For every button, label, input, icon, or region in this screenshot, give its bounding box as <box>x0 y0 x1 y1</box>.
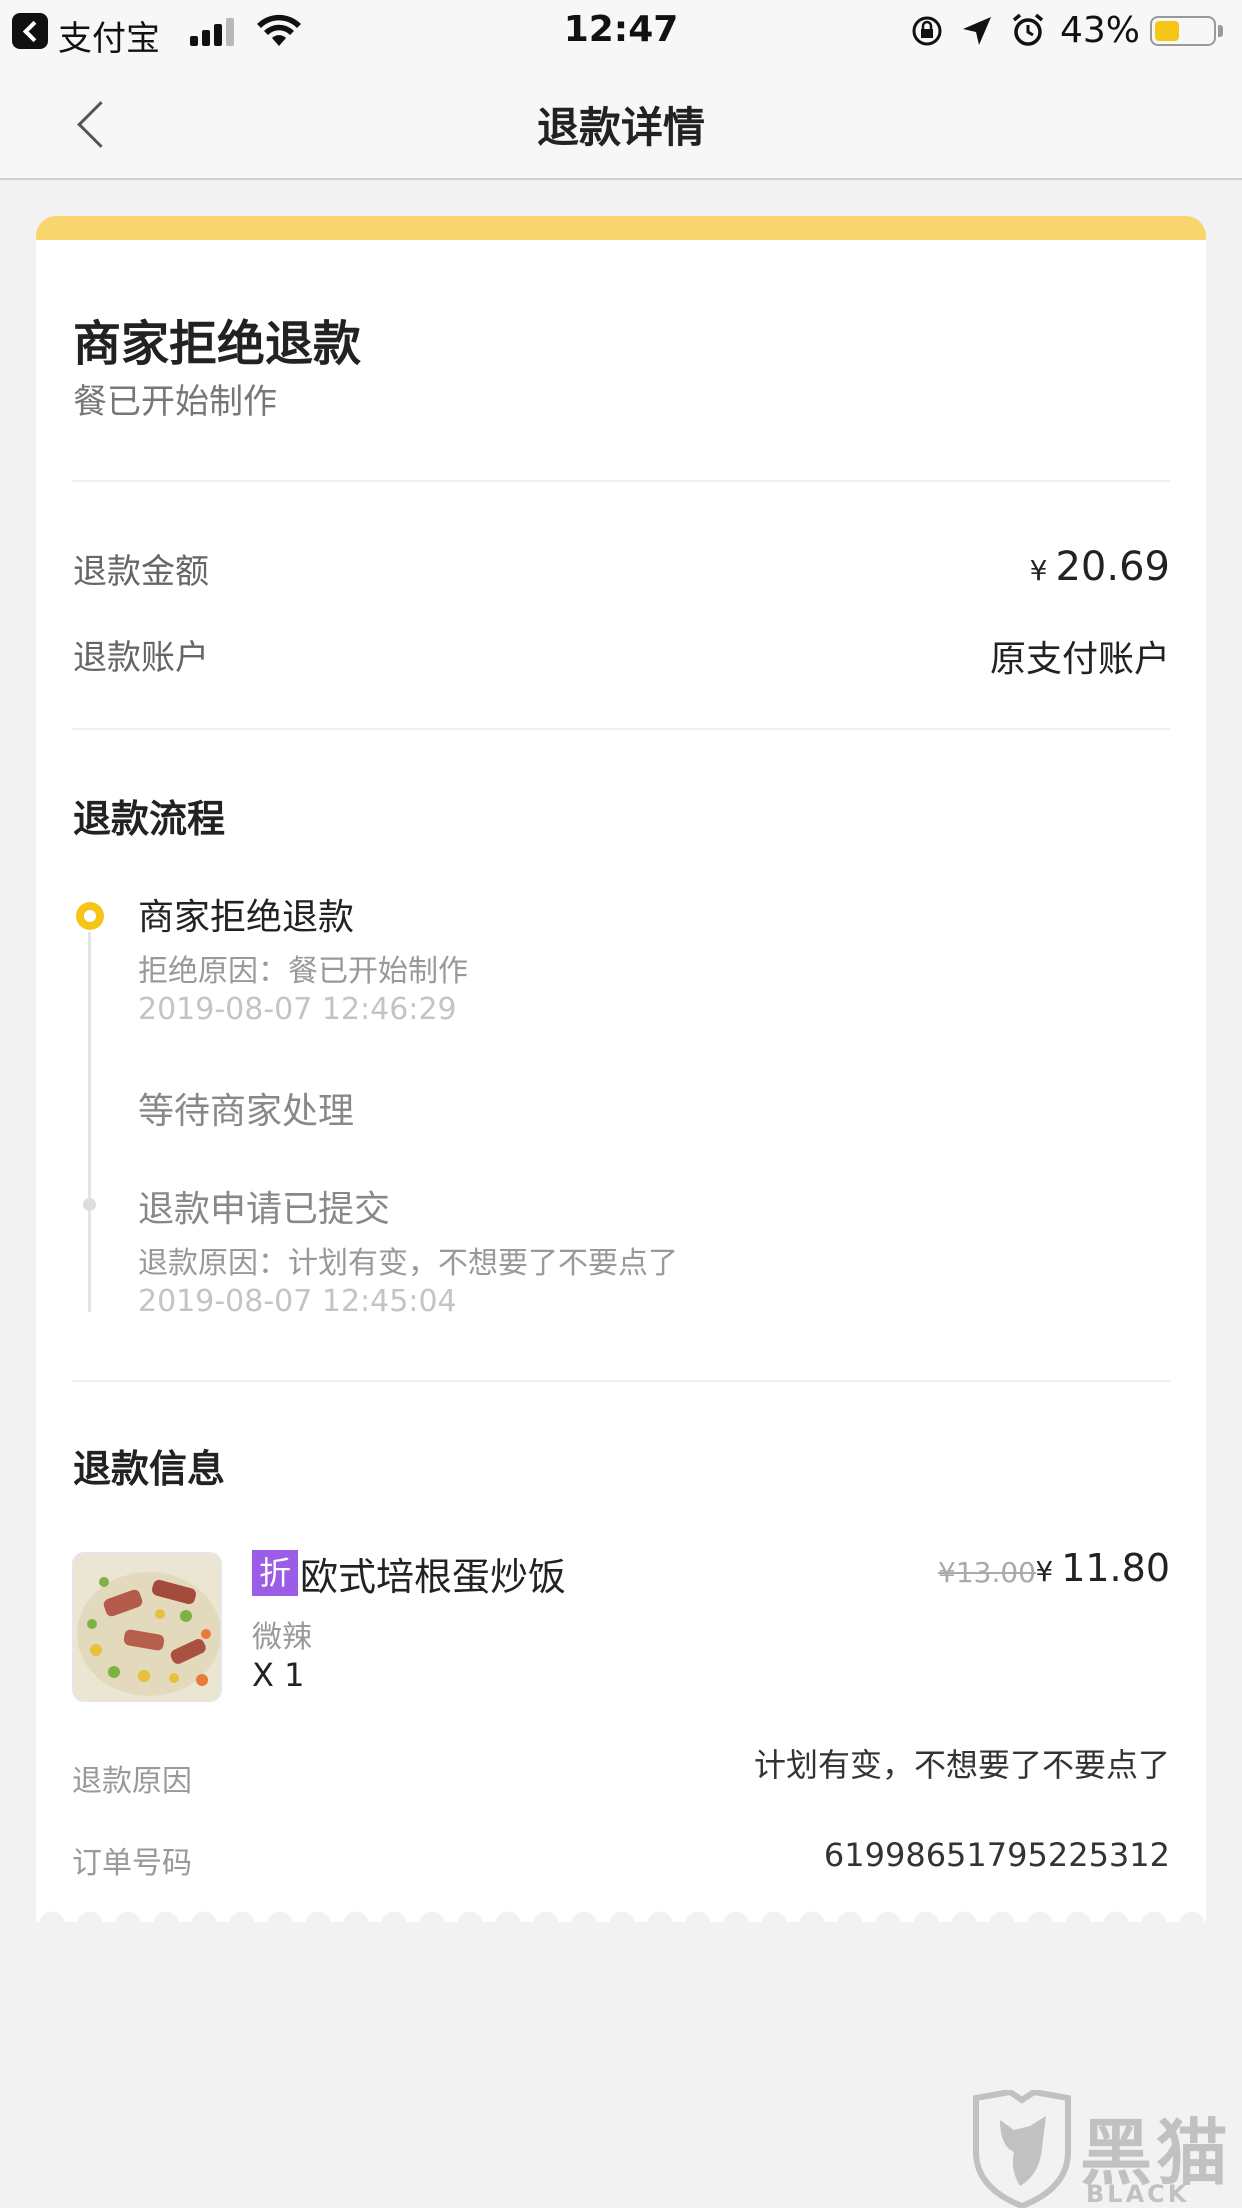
status-bar: 支付宝 12:47 43% <box>0 0 1242 62</box>
refund-process-title: 退款流程 <box>73 797 226 841</box>
original-price: ¥13.00 <box>938 1556 1036 1589</box>
refund-detail-card: 商家拒绝退款 餐已开始制作 退款金额 ¥20.69 退款账户 原支付账户 退款流… <box>36 216 1206 1922</box>
refund-status-subtitle: 餐已开始制作 <box>73 382 277 422</box>
battery-percent: 43% <box>1060 10 1141 51</box>
black-cat-watermark: 黑猫 BLACK CAT <box>970 2088 1242 2208</box>
divider <box>72 728 1170 730</box>
refund-account-value: 原支付账户 <box>989 639 1170 680</box>
timeline-dot <box>83 1198 96 1211</box>
step-time: 2019-08-07 12:45:04 <box>138 1284 457 1319</box>
battery-level <box>1155 21 1179 41</box>
refund-account-label: 退款账户 <box>73 638 209 678</box>
divider <box>72 480 1170 482</box>
black-cat-logo-icon <box>973 2088 1071 2208</box>
alarm-icon <box>1012 13 1044 46</box>
card-accent-bar <box>36 216 1206 240</box>
order-number-value[interactable]: 61998651795225312 <box>824 1836 1170 1874</box>
item-price: ¥11.80 <box>1035 1546 1170 1590</box>
card-scalloped-edge <box>36 1910 1206 1924</box>
step-desc: 拒绝原因：餐已开始制作 <box>138 954 468 989</box>
fried-rice-image <box>74 1554 220 1700</box>
item-quantity: X 1 <box>252 1656 305 1694</box>
rotation-lock-icon <box>912 16 942 46</box>
step-desc: 退款原因：计划有变，不想要了不要点了 <box>138 1246 678 1281</box>
battery-tip <box>1218 25 1223 37</box>
divider <box>72 1380 1170 1382</box>
currency-symbol: ¥ <box>1035 1555 1054 1588</box>
refund-amount-number: 20.69 <box>1055 544 1170 590</box>
refund-reason-value: 计划有变，不想要了不要点了 <box>753 1746 1170 1784</box>
nav-bar: 退款详情 <box>0 62 1242 180</box>
location-icon <box>963 17 991 45</box>
battery-icon <box>1150 16 1216 46</box>
step-time: 2019-08-07 12:46:29 <box>138 992 457 1027</box>
item-spec: 微辣 <box>252 1620 312 1655</box>
refund-info-title: 退款信息 <box>73 1447 226 1491</box>
timeline-active-dot <box>76 902 104 930</box>
item-price-number: 11.80 <box>1061 1546 1170 1590</box>
item-name: 欧式培根蛋炒饭 <box>300 1555 567 1599</box>
refund-amount-value: ¥20.69 <box>1030 544 1170 590</box>
step-title: 等待商家处理 <box>138 1091 355 1132</box>
step-title: 退款申请已提交 <box>138 1189 391 1230</box>
discount-badge: 折 <box>252 1550 298 1596</box>
timeline-line <box>88 932 91 1312</box>
order-number-label: 订单号码 <box>72 1846 192 1881</box>
refund-status-title: 商家拒绝退款 <box>73 316 362 372</box>
refund-reason-label: 退款原因 <box>72 1764 192 1799</box>
food-thumbnail <box>72 1552 222 1702</box>
clock: 12:47 <box>563 9 679 50</box>
step-title: 商家拒绝退款 <box>138 897 355 938</box>
currency-symbol: ¥ <box>1029 554 1048 587</box>
watermark-en: BLACK CAT <box>1086 2180 1190 2208</box>
page-title: 退款详情 <box>536 103 705 152</box>
refund-amount-label: 退款金额 <box>73 552 209 592</box>
